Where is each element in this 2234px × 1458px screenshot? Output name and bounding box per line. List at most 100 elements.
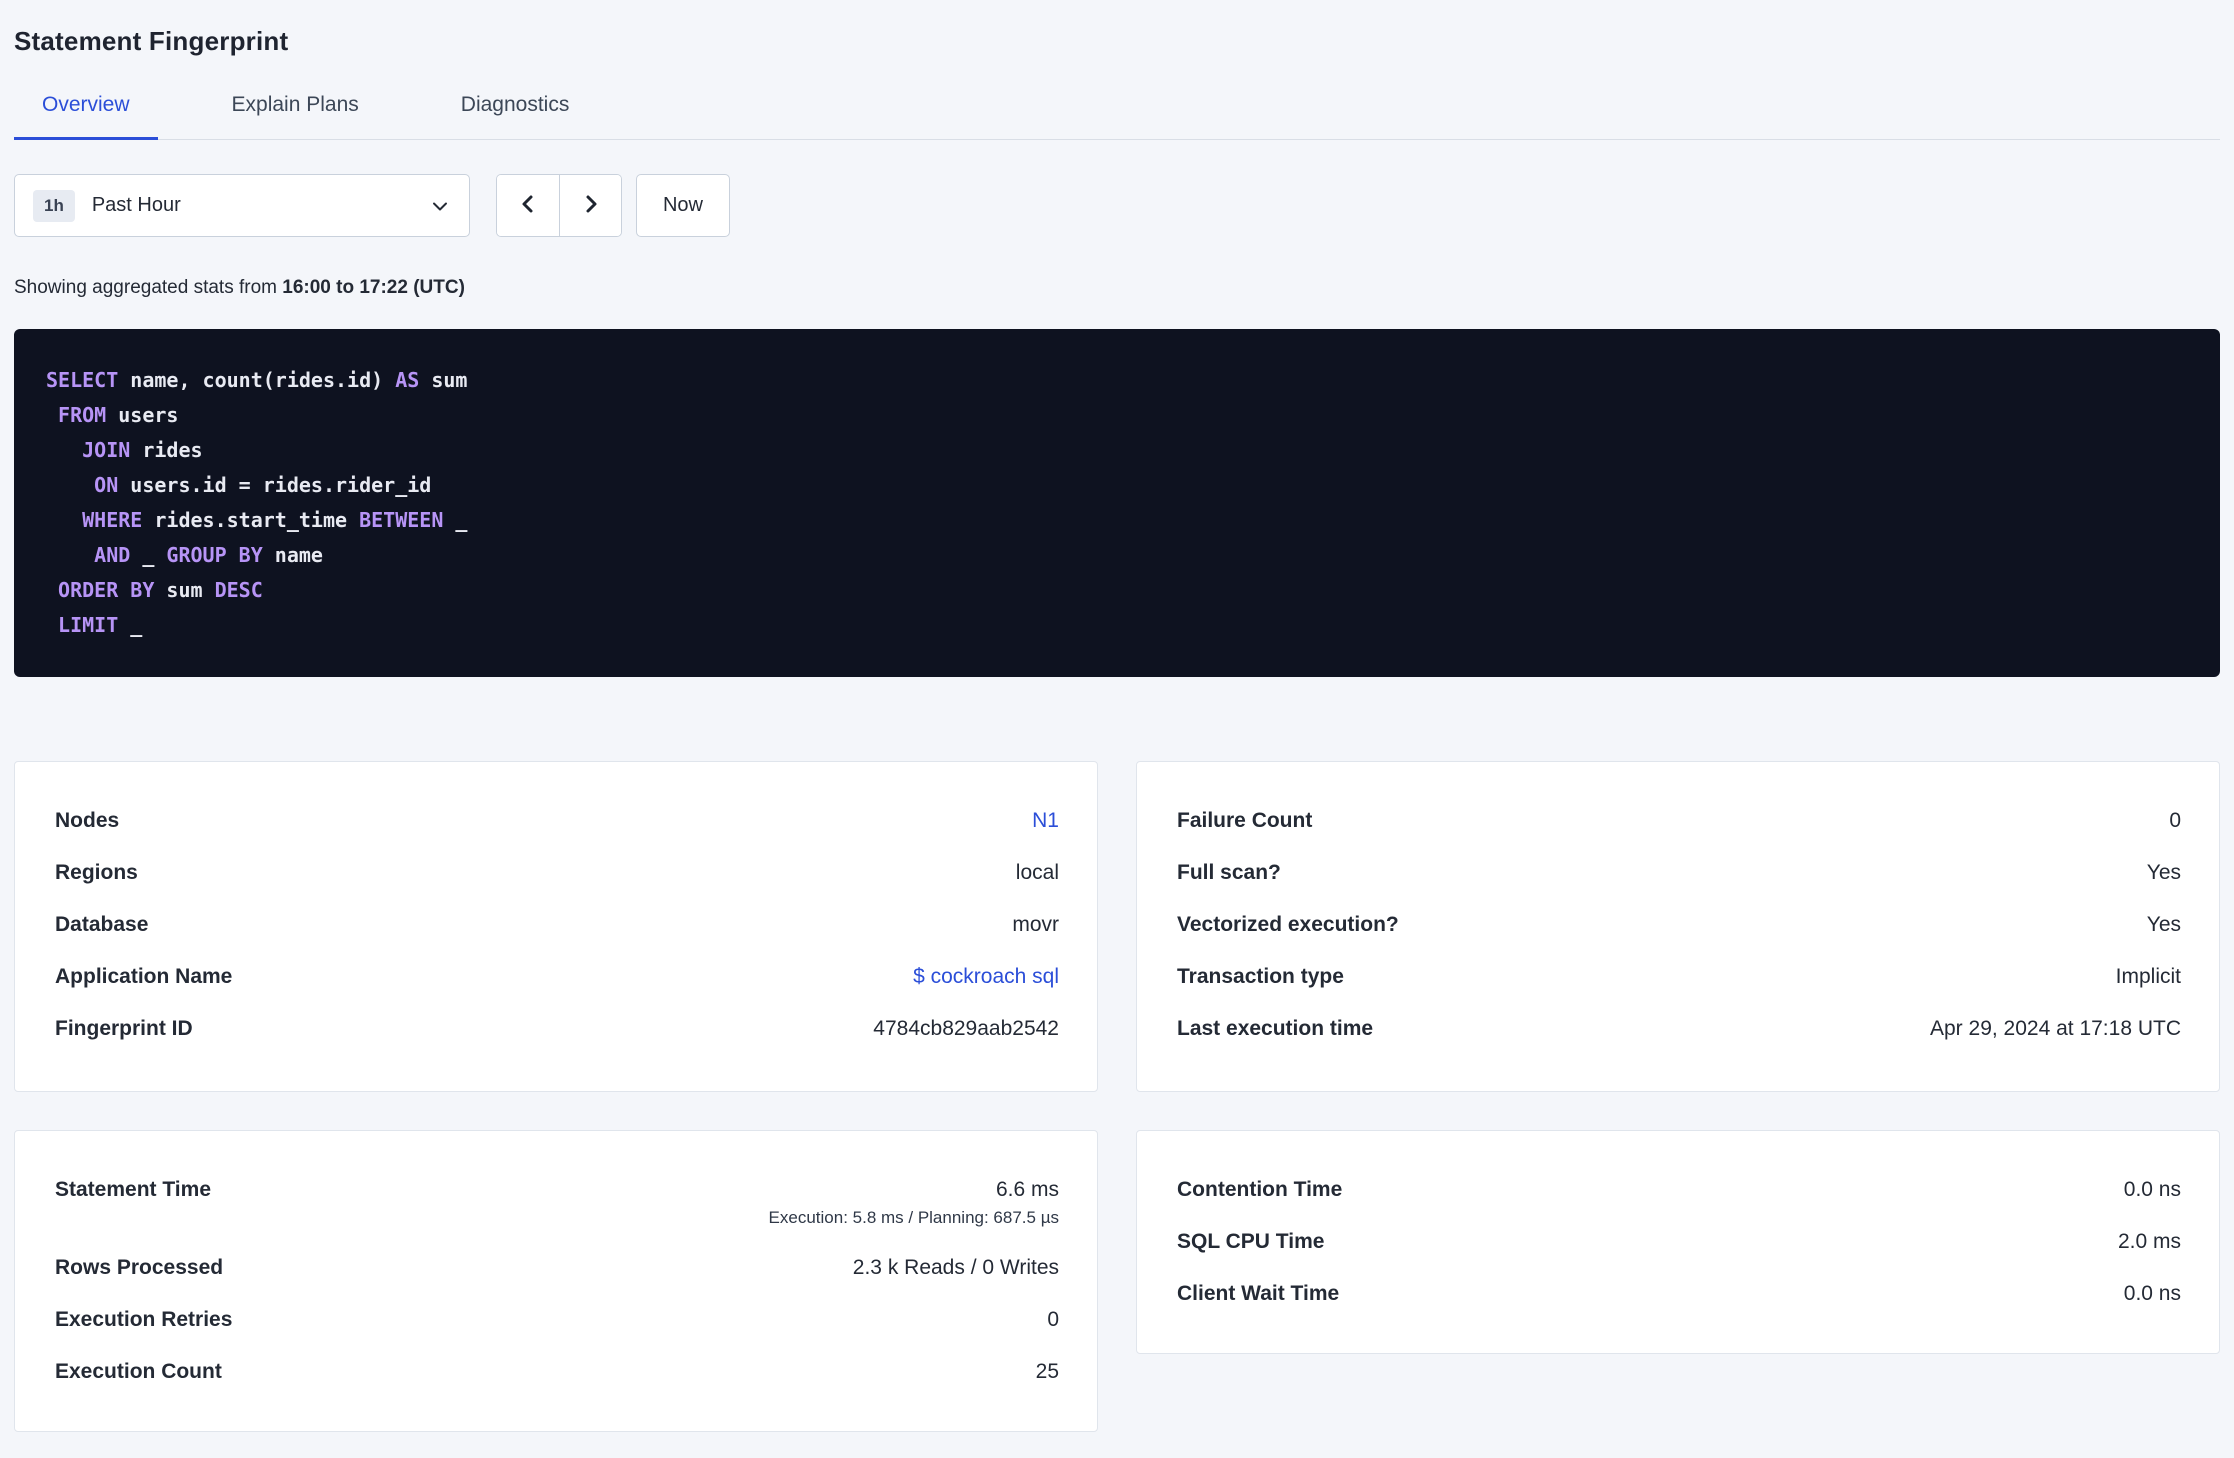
sql-keyword: GROUP BY (166, 543, 263, 567)
stat-value-group: 2.0 ms (2118, 1230, 2181, 1254)
sql-text: _ (443, 508, 468, 532)
sql-box: SELECT name, count(rides.id) AS sum FROM… (14, 329, 2220, 677)
stat-value: 0.0 ns (2123, 1178, 2181, 1201)
sql-text: users.id = rides.rider_id (118, 473, 432, 497)
sql-line: ON users.id = rides.rider_id (46, 468, 2188, 503)
stat-value: 0 (2169, 809, 2181, 832)
stat-value-group: Implicit (2116, 965, 2181, 989)
stat-label: Database (55, 913, 149, 936)
stat-value: Implicit (2115, 965, 2181, 988)
aggregated-stats-caption: Showing aggregated stats from 16:00 to 1… (14, 277, 2220, 299)
sql-text: sum (419, 368, 468, 392)
stat-value-group: 25 (1036, 1360, 1059, 1384)
stat-value-group: 0.0 ns (2124, 1282, 2181, 1306)
stat-label: Vectorized execution? (1177, 913, 1399, 936)
stat-value: 0 (1047, 1308, 1059, 1331)
stat-label: Transaction type (1177, 965, 1344, 988)
sql-keyword: AS (395, 368, 420, 392)
sql-text: sum (154, 578, 215, 602)
sql-text: name (262, 543, 323, 567)
stat-row: Contention Time 0.0 ns (1177, 1164, 2181, 1216)
sql-text: _ (118, 613, 143, 637)
stat-label: Execution Retries (55, 1308, 233, 1331)
stat-value-link[interactable]: N1 (1032, 809, 1059, 833)
sql-line: FROM users (46, 398, 2188, 433)
chevron-left-icon (517, 193, 539, 218)
stat-row: Statement Time 6.6 ms Execution: 5.8 ms / … (55, 1164, 1059, 1242)
stat-row: Execution Count 25 (55, 1346, 1059, 1398)
stat-label: Regions (55, 861, 138, 884)
time-controls: 1h Past Hour Now (14, 174, 2220, 237)
stat-row: Client Wait Time 0.0 ns (1177, 1268, 2181, 1320)
stat-value-group: Apr 29, 2024 at 17:18 UTC (1930, 1017, 2181, 1041)
sql-line: AND _ GROUP BY name (46, 538, 2188, 573)
stat-label: Fingerprint ID (55, 1017, 193, 1040)
sql-text: rides.start_time (142, 508, 360, 532)
tab-diagnostics[interactable]: Diagnostics (433, 93, 598, 139)
sql-keyword: BETWEEN (359, 508, 444, 532)
stat-row: Database movr (55, 899, 1059, 951)
sql-keyword: ON (94, 473, 119, 497)
stat-row: Transaction type Implicit (1177, 951, 2181, 1003)
sql-keyword: ORDER BY (58, 578, 155, 602)
stat-value-link[interactable]: $ cockroach sql (913, 965, 1059, 989)
stat-value: 2.3 k Reads / 0 Writes (852, 1256, 1059, 1279)
time-step-buttons (496, 174, 622, 237)
stat-value-group: 0.0 ns (2124, 1178, 2181, 1202)
stat-label: Nodes (55, 809, 120, 832)
sql-keyword: JOIN (82, 438, 131, 462)
sql-line: ORDER BY sum DESC (46, 573, 2188, 608)
stat-label: Rows Processed (55, 1256, 224, 1279)
stat-value-group: Yes (2147, 913, 2181, 937)
tab-bar: Overview Explain Plans Diagnostics (14, 93, 2220, 140)
page-title: Statement Fingerprint (14, 26, 289, 56)
sql-line: WHERE rides.start_time BETWEEN _ (46, 503, 2188, 538)
stats-cards: Nodes N1 Regions local Database movr Applicati… (14, 761, 2220, 1432)
sql-keyword: AND (94, 543, 131, 567)
sql-text: users (106, 403, 179, 427)
stat-value: Yes (2146, 913, 2181, 936)
stat-row: Application Name $ cockroach sql (55, 951, 1059, 1003)
time-range-badge: 1h (33, 189, 75, 222)
stat-row: Vectorized execution? Yes (1177, 899, 2181, 951)
sql-keyword: LIMIT (58, 613, 119, 637)
sql-text: _ (130, 543, 167, 567)
sql-text: name, count(rides.id) (118, 368, 396, 392)
caption-prefix: Showing aggregated stats from (14, 277, 283, 298)
sql-line: JOIN rides (46, 433, 2188, 468)
previous-interval-button[interactable] (497, 175, 559, 236)
stat-row: Execution Retries 0 (55, 1294, 1059, 1346)
stat-row: Regions local (55, 847, 1059, 899)
tab-overview[interactable]: Overview (14, 93, 158, 140)
sql-keyword: WHERE (82, 508, 143, 532)
page: Statement Fingerprint Overview Explain P… (0, 0, 2234, 1432)
stat-label: Contention Time (1177, 1178, 1343, 1201)
next-interval-button[interactable] (559, 175, 621, 236)
stat-value-group: 4784cb829aab2542 (873, 1017, 1059, 1041)
stat-label: Application Name (55, 965, 233, 988)
time-range-picker[interactable]: 1h Past Hour (14, 174, 470, 237)
now-button[interactable]: Now (636, 174, 730, 237)
stat-label: Last execution time (1177, 1017, 1374, 1040)
sql-keyword: SELECT (46, 368, 119, 392)
tab-explain-plans[interactable]: Explain Plans (204, 93, 387, 139)
stat-label: Client Wait Time (1177, 1282, 1340, 1305)
stat-value-group: N1 (1032, 809, 1059, 833)
stat-value: 0.0 ns (2123, 1282, 2181, 1305)
time-range-label: Past Hour (91, 194, 181, 216)
stat-value: 2.0 ms (2117, 1230, 2181, 1253)
resource-times-card: Contention Time 0.0 ns SQL CPU Time 2.0 ms C… (1136, 1130, 2220, 1354)
stat-row: Rows Processed 2.3 k Reads / 0 Writes (55, 1242, 1059, 1294)
stat-value-group: local (1016, 861, 1059, 885)
stat-row: Last execution time Apr 29, 2024 at 17:18… (1177, 1003, 2181, 1055)
stat-value: 25 (1035, 1360, 1059, 1383)
stat-value-group: $ cockroach sql (913, 965, 1059, 989)
stat-value: 6.6 ms (995, 1178, 1059, 1201)
sql-keyword: FROM (58, 403, 107, 427)
